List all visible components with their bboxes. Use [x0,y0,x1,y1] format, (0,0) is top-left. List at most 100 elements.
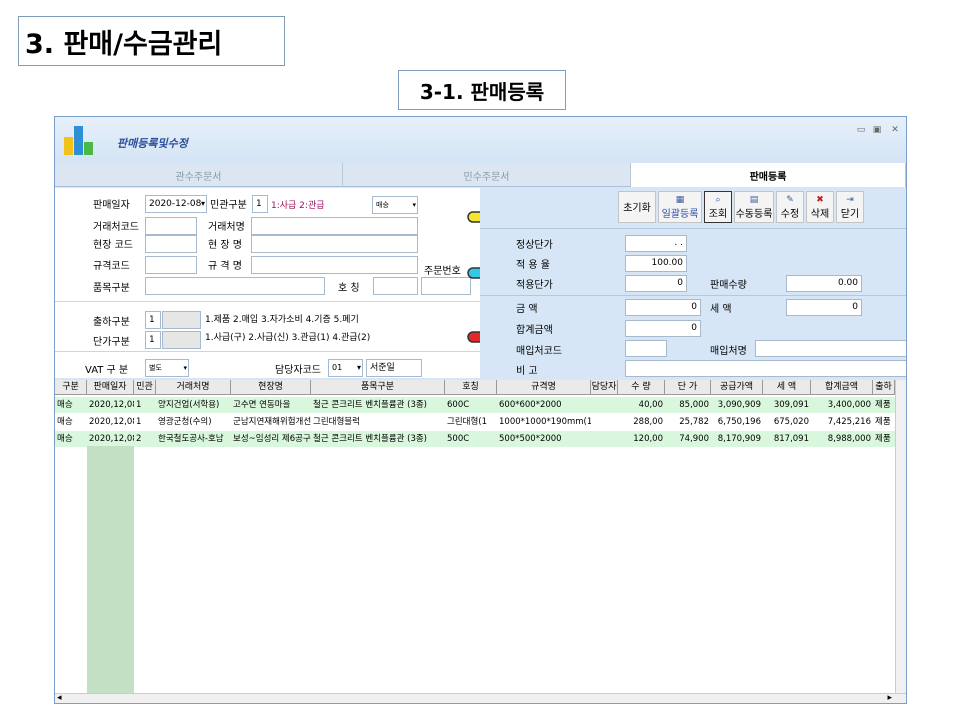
order-no-field[interactable] [421,277,471,295]
price-type-field[interactable]: 1 [145,331,161,349]
close-label: 닫기 [840,209,860,220]
table-row[interactable]: 매승 2020,12,08 2 한국철도공사-호남 보성~임성리 제6공구 철근 콘크리트… [55,431,895,447]
horizontal-scrollbar[interactable]: ◂ ▸ [55,693,906,703]
close-button[interactable]: ⇥ 닫기 [836,191,864,223]
qty-field[interactable]: 0.00 [786,275,862,292]
purchase-code-label: 매입처코드 [516,346,562,357]
form-divider [55,301,480,302]
cell-price: 74,900 [679,434,709,444]
normal-price-field[interactable]: . . [625,235,687,252]
dropdown-arrow-icon[interactable]: ▾ [201,196,205,212]
site-name-label: 현 장 명 [208,240,242,251]
close-icon[interactable]: ✕ [889,125,901,135]
amount-field[interactable]: 0 [625,299,701,316]
grid-header-col-site[interactable]: 현장명 [231,380,311,395]
sale-date-field[interactable]: 2020-12-08 ▾ [145,195,207,213]
size-field[interactable] [373,277,418,295]
site-name-field[interactable] [251,235,418,253]
cell-tax: 309,091 [773,400,809,410]
rate-field[interactable]: 100.00 [625,255,687,272]
purchase-name-field[interactable] [755,340,906,357]
item-type-label: 품목구분 [93,283,130,294]
cell-date: 2020,12,08 [89,417,134,427]
edit-icon: ✎ [786,195,794,205]
delete-button[interactable]: ✖ 삭제 [806,191,834,223]
scroll-left-icon[interactable]: ◂ [57,693,62,703]
govt-type-label: 민관구분 [210,200,247,211]
grid-header-col-date[interactable]: 판매일자 [87,380,134,395]
grid-header-col-type[interactable]: 구분 [55,380,87,395]
scroll-right-icon[interactable]: ▸ [887,693,892,703]
cell-item: 철근 콘크리트 벤치플륨관 (3종) [313,400,427,410]
govt-type-field[interactable]: 1 [252,195,268,213]
search-button[interactable]: ⌕ 조회 [704,191,732,223]
grid-header-col-supply[interactable]: 공급가액 [711,380,763,395]
grid-header-col-client[interactable]: 거래처명 [156,380,231,395]
ship-type-field[interactable]: 1 [145,311,161,329]
client-code-field[interactable] [145,217,197,235]
vat-label: VAT 구 분 [85,365,129,376]
spec-name-field[interactable] [251,256,418,274]
grid-header-col-price[interactable]: 단 가 [665,380,711,395]
grid-header-col-manager[interactable]: 담당자 [591,380,618,395]
table-row[interactable]: 매승 2020,12,08 1 양지건업(서학용) 고수면 연동마을 철근 콘크리트 벤치… [55,397,895,413]
grid-header-col-spec[interactable]: 규격명 [497,380,591,395]
manager-code-label: 담당자코드 [275,365,321,376]
sale-kind-value: 매승 [376,201,389,209]
ship-type-hint: 1.제품 2.매입 3.자가소비 4.기증 5.폐기 [205,315,359,325]
tab-private-order[interactable]: 민수주문서 [343,163,631,187]
cell-client: 한국철도공사-호남 [158,434,224,444]
grid-header-col-size[interactable]: 호칭 [445,380,497,395]
manager-code-select[interactable]: 01 ▾ [328,359,363,377]
tab-sales-register[interactable]: 판매등록 [631,163,906,187]
remark-field[interactable] [625,360,906,377]
vertical-scrollbar[interactable] [895,380,906,693]
grid-header-col-ship[interactable]: 출하 [873,380,895,395]
sale-kind-select[interactable]: 매승 ▾ [372,196,418,214]
maximize-icon[interactable]: ▣ [871,125,883,135]
order-no-label: 주문번호 [424,266,461,277]
manager-name-field[interactable]: 서준일 [366,359,422,377]
edit-button[interactable]: ✎ 수정 [776,191,804,223]
minimize-icon[interactable]: ▭ [855,125,867,135]
delete-icon: ✖ [816,195,824,205]
grid-header-col-tax[interactable]: 세 액 [763,380,811,395]
dropdown-arrow-icon[interactable]: ▾ [412,197,416,213]
vat-select[interactable]: 별도 ▾ [145,359,189,377]
table-row[interactable]: 매승 2020,12,08 1 영광군청(수의) 군남지연재해위험개선 그린대형블럭 그린대… [55,414,895,430]
date-column-highlight [87,446,134,693]
cell-site: 보성~임성리 제6공구 [233,434,311,444]
purchase-code-field[interactable] [625,340,667,357]
price-type-label: 단가구분 [93,337,130,348]
item-type-field[interactable] [145,277,325,295]
price-type-hint: 1.사급(구) 2.사급(신) 3.관급(1) 4.관급(2) [205,333,371,343]
cell-item: 그린대형블럭 [313,417,360,427]
grid-header-col-item[interactable]: 품목구분 [311,380,445,395]
tax-field[interactable]: 0 [786,299,862,316]
total-field[interactable]: 0 [625,320,701,337]
client-name-field[interactable] [251,217,418,235]
rate-label: 적 용 율 [516,260,550,271]
dropdown-arrow-icon[interactable]: ▾ [183,360,187,376]
cell-price: 25,782 [679,417,709,427]
spec-code-field[interactable] [145,256,197,274]
cell-client: 영광군청(수의) [158,417,212,427]
sale-date-label: 판매일자 [93,200,130,211]
cell-spec: 1000*1000*190mm(1EA/ [499,417,591,427]
dropdown-arrow-icon[interactable]: ▾ [357,360,361,376]
cell-size: 600C [447,400,470,410]
batch-register-button[interactable]: ▦ 일괄등록 [658,191,702,223]
tab-govt-order[interactable]: 관수주문서 [55,163,343,187]
edit-label: 수정 [780,209,800,220]
grid-header-col-total[interactable]: 합계금액 [811,380,873,395]
reset-button[interactable]: 초기화 [618,191,656,223]
cell-total: 8,988,000 [827,434,871,444]
manual-register-button[interactable]: ▤ 수동등록 [734,191,774,223]
site-code-field[interactable] [145,235,197,253]
grid-header-col-govt[interactable]: 민관 [134,380,156,395]
applied-price-field[interactable]: 0 [625,275,687,292]
grid-header-col-qty[interactable]: 수 량 [618,380,665,395]
cell-manager [591,431,618,447]
cell-spec: 500*500*2000 [499,434,562,444]
cell-total: 7,425,216 [827,417,871,427]
